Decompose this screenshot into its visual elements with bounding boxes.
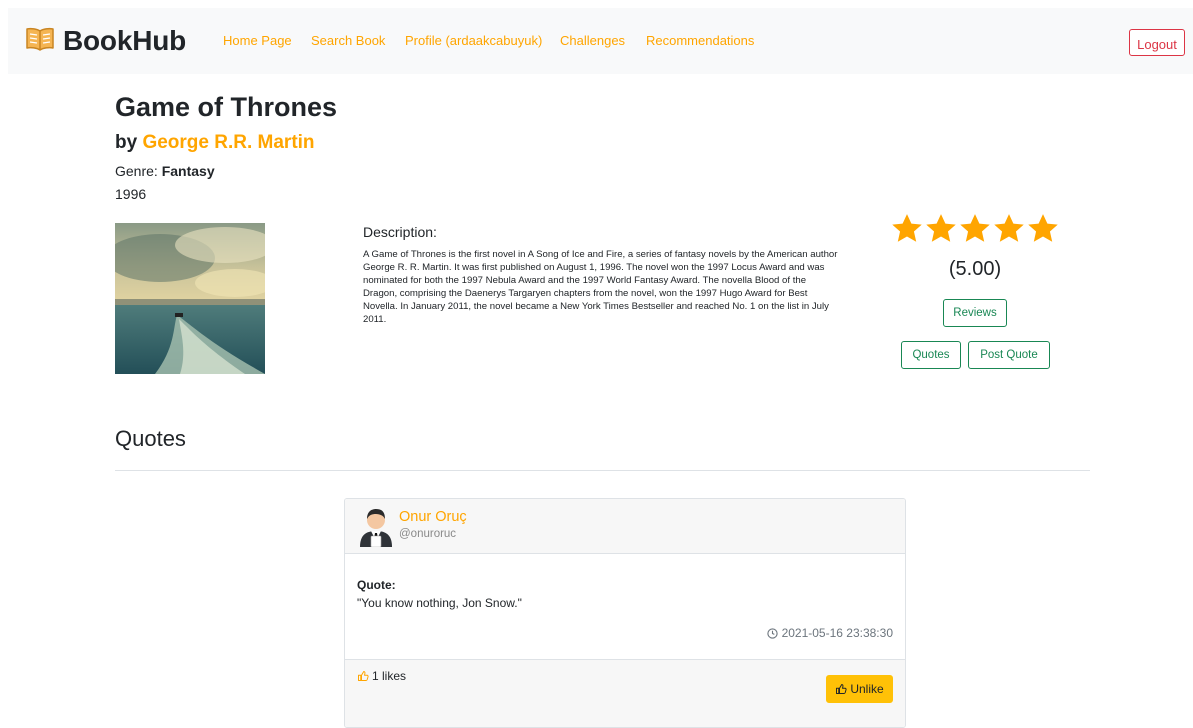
rating-value: (5.00) — [948, 258, 1002, 280]
avatar — [357, 505, 395, 548]
nav-profile[interactable]: Profile (ardaakcabuyuk) — [405, 33, 542, 48]
timestamp-text: 2021-05-16 23:38:30 — [781, 626, 893, 640]
logout-button[interactable]: Logout — [1129, 29, 1185, 56]
author-link[interactable]: George R.R. Martin — [142, 132, 314, 153]
quotes-section-title: Quotes — [115, 426, 186, 451]
unlike-button[interactable]: Unlike — [826, 675, 893, 703]
star-icon — [960, 214, 990, 242]
navbar: BookHub Home Page Search Book Profile (a… — [8, 8, 1193, 74]
reviews-button[interactable]: Reviews — [943, 299, 1007, 327]
user-handle: @onuroruc — [399, 528, 457, 540]
nav-search-book[interactable]: Search Book — [311, 33, 385, 48]
book-author-line: by George R.R. Martin — [115, 132, 315, 154]
book-title: Game of Thrones — [115, 92, 338, 122]
quote-card-header: Onur Oruç @onuroruc — [345, 499, 905, 554]
thumbs-up-icon — [835, 683, 847, 695]
quote-text: "You know nothing, Jon Snow." — [357, 596, 522, 610]
genre-value: Fantasy — [161, 163, 215, 179]
thumbs-up-icon — [357, 670, 369, 682]
likes-text: 1 likes — [372, 669, 407, 683]
star-icon — [994, 214, 1024, 242]
quote-card-footer: 1 likes Unlike — [345, 659, 905, 727]
likes-count: 1 likes — [357, 669, 406, 683]
nav-home-page[interactable]: Home Page — [223, 33, 292, 48]
quote-card: Onur Oruç @onuroruc Quote: "You know not… — [344, 498, 906, 728]
user-name-link[interactable]: Onur Oruç — [399, 509, 467, 525]
nav-challenges[interactable]: Challenges — [560, 33, 625, 48]
book-year: 1996 — [115, 186, 147, 202]
description-text: A Game of Thrones is the first novel in … — [363, 249, 838, 325]
star-icon — [926, 214, 956, 242]
nav-recommendations[interactable]: Recommendations — [646, 33, 754, 48]
star-icon — [892, 214, 922, 242]
star-icon — [1028, 214, 1058, 242]
clock-icon — [766, 627, 778, 639]
brand-name: BookHub — [63, 25, 187, 56]
quote-timestamp: 2021-05-16 23:38:30 — [766, 626, 893, 640]
unlike-label: Unlike — [850, 682, 884, 696]
quote-label: Quote: — [357, 578, 396, 592]
section-divider — [115, 470, 1090, 471]
book-cover-image — [115, 223, 265, 374]
description-title: Description: — [363, 224, 437, 240]
book-genre-line: Genre: Fantasy — [115, 163, 215, 179]
author-prefix: by — [115, 132, 143, 153]
post-quote-button[interactable]: Post Quote — [968, 341, 1050, 369]
brand[interactable]: BookHub — [25, 24, 186, 58]
quotes-button[interactable]: Quotes — [901, 341, 961, 369]
book-open-icon — [25, 26, 55, 57]
genre-label: Genre: — [115, 163, 162, 179]
rating-stars — [890, 212, 1060, 246]
